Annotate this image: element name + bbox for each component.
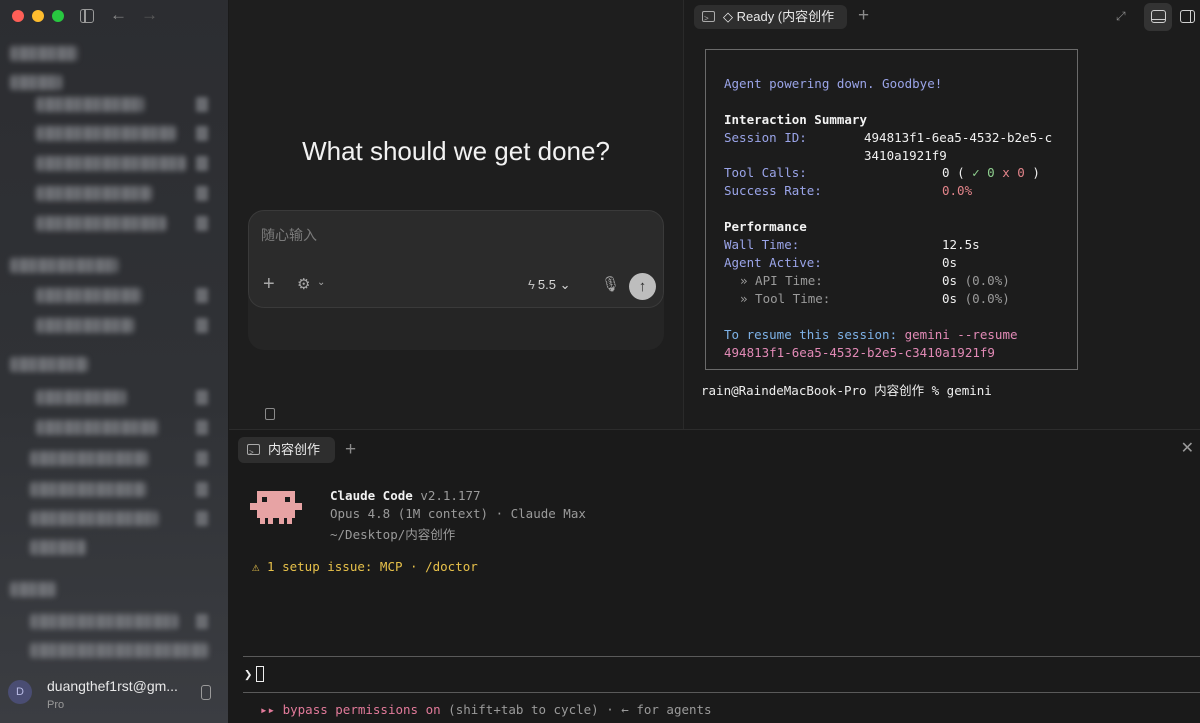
send-button[interactable]: ↑ [629,273,656,300]
setup-warning: ⚠ 1 setup issue: MCP · /doctor [252,559,478,574]
sidebar-item-blurred[interactable] [36,156,186,171]
right-panel-icon [1180,10,1195,23]
api-time-label: » API Time: [740,273,823,288]
sidebar-item-blurred[interactable] [10,75,62,90]
page-title: What should we get done? [302,136,610,166]
back-arrow-icon[interactable]: ← [110,5,127,25]
shell-prompt: rain@RaindeMacBook-Pro 内容创作 % gemini [701,383,992,398]
bottom-terminal-panel: 内容创作 + ✕ Claude Code v2.1.177 Opus 4.8 (… [229,429,1200,723]
tool-time-label: » Tool Time: [740,291,831,306]
model-info: Opus 4.8 (1M context) · Claude Max [330,506,586,521]
session-label: Session ID: [724,130,807,145]
new-tab-icon[interactable]: + [345,439,356,461]
bottom-panel-icon [1151,10,1166,23]
document-icon[interactable] [265,408,275,420]
sidebar-item-blurred[interactable] [30,482,146,497]
avatar[interactable]: D [8,680,32,704]
sidebar-item-blurred[interactable] [30,614,178,629]
settings-gear-icon[interactable]: ⚙ [297,275,310,293]
sidebar-toggle-icon[interactable] [80,9,94,23]
new-tab-icon[interactable]: + [858,5,869,27]
wall-time-label: Wall Time: [724,237,800,252]
composer: + ⚙ ⌄ ϟ5.5 ⌄ 🎙 ↑ [248,210,664,420]
session-value: 494813f1-6ea5-4532-b2e5-c [864,130,1053,145]
goodbye-text: Agent powering down. Goodbye! [724,76,943,91]
sidebar-item-blurred[interactable] [10,357,88,372]
sidebar-item-blurred[interactable] [36,318,134,333]
sidebar-item-blurred[interactable] [36,390,126,405]
session-summary-box: Agent powering down. Goodbye! Interactio… [705,49,1078,370]
prompt-input[interactable] [261,227,641,243]
toggle-right-panel-button[interactable] [1173,3,1200,31]
add-attachment-icon[interactable]: + [263,274,275,294]
sidebar-item-blurred[interactable] [10,258,118,273]
account-email: duangthef1rst@gm... [47,678,178,694]
sidebar-item-blurred[interactable] [36,186,152,201]
api-time-value: 0s (0.0%) [942,273,1010,288]
summary-heading: Interaction Summary [724,112,867,127]
wall-time-value: 12.5s [942,237,980,252]
tool-calls-label: Tool Calls: [724,165,807,180]
minimize-window-button[interactable] [32,10,44,22]
terminal-icon [702,7,715,29]
close-window-button[interactable] [12,10,24,22]
sidebar-item-blurred[interactable] [30,540,86,555]
session-value-cont: 3410a1921f9 [864,148,947,163]
account-plan: Pro [47,699,65,711]
composer-box: + ⚙ ⌄ ϟ5.5 ⌄ 🎙 ↑ [248,210,664,308]
divider [243,692,1200,693]
top-terminal-panel: ◇ Ready (内容创作 + ⤢ Agent powering down. G… [683,0,1200,429]
expand-icon[interactable]: ⤢ [1116,9,1126,24]
device-icon[interactable] [201,685,211,700]
success-label: Success Rate: [724,183,822,198]
app-header: Claude Code v2.1.177 [330,488,481,503]
window-controls [12,10,64,22]
resume-hint: To resume this session: gemini --resume [724,327,1018,342]
agent-active-value: 0s [942,255,958,270]
tab-label: ◇ Ready (内容创作 [723,9,835,24]
success-value: 0.0% [942,183,973,198]
zoom-window-button[interactable] [52,10,64,22]
input-prompt[interactable]: ❯ [244,666,265,683]
terminal-icon [247,440,260,466]
toggle-bottom-panel-button[interactable] [1144,3,1172,31]
performance-heading: Performance [724,219,807,234]
sidebar-item-blurred[interactable] [36,216,166,231]
tool-time-value: 0s (0.0%) [942,291,1010,306]
resume-session-id: 494813f1-6ea5-4532-b2e5-c3410a1921f9 [724,345,995,360]
claude-mascot-icon [248,489,304,533]
text-cursor [256,666,265,682]
tab-content-creation[interactable]: 内容创作 [238,437,335,466]
close-panel-icon[interactable]: ✕ [1181,438,1194,458]
sidebar-item-blurred[interactable] [30,643,208,658]
tab-ready[interactable]: ◇ Ready (内容创作 [694,5,847,29]
sidebar-item-blurred[interactable] [30,511,158,526]
sidebar-item-blurred[interactable] [36,420,158,435]
sidebar: ← → D duangthef1rst@gm... Pro [0,0,229,723]
model-label: 5.5 [537,277,556,292]
new-task-panel: What should we get done? + ⚙ ⌄ ϟ5.5 ⌄ 🎙 … [229,0,683,429]
sidebar-item-blurred[interactable] [30,451,148,466]
sidebar-item-blurred[interactable] [36,126,176,141]
microphone-icon[interactable]: 🎙 [601,275,620,293]
sidebar-item-blurred[interactable] [36,288,142,303]
sidebar-item-blurred[interactable] [10,582,56,597]
agent-active-label: Agent Active: [724,255,822,270]
working-directory: ~/Desktop/内容创作 [330,527,456,542]
bolt-icon: ϟ [528,277,535,292]
sidebar-item-blurred[interactable] [36,97,144,112]
mode-status[interactable]: ▸▸ bypass permissions on (shift+tab to c… [260,702,712,717]
chevron-down-icon[interactable]: ⌄ [317,277,325,288]
chevron-down-icon: ⌄ [559,277,571,292]
divider [243,656,1200,657]
model-selector[interactable]: ϟ 5.5 ⌄ [528,277,571,293]
tab-label: 内容创作 [268,442,321,457]
forward-arrow-icon[interactable]: → [141,5,158,25]
sidebar-item-blurred[interactable] [10,46,78,61]
tool-calls-value: 0 ( ✓ 0 x 0 ) [942,165,1040,180]
account-footer[interactable]: D duangthef1rst@gm... Pro [0,677,229,723]
